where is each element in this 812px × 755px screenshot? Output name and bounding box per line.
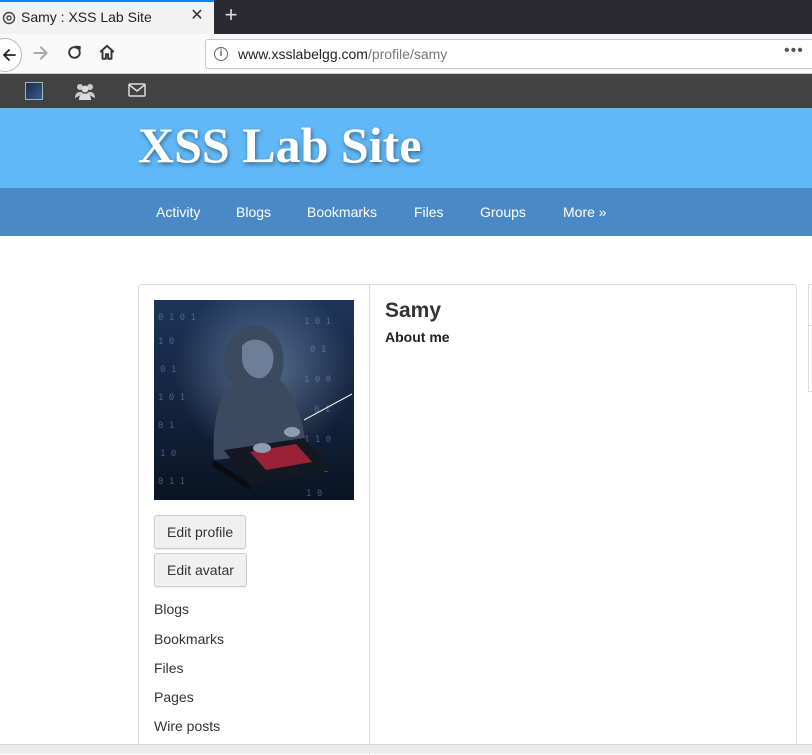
profile-layout: 0 1 0 1 1 0 0 1 1 0 1 0 1 1 0 0 1 1 1 0 … bbox=[138, 284, 797, 755]
menu-item-more[interactable]: More » bbox=[563, 204, 607, 220]
about-me-label: About me bbox=[385, 329, 450, 345]
home-icon[interactable] bbox=[98, 43, 116, 61]
friends-icon[interactable] bbox=[74, 82, 96, 100]
owner-link-pages[interactable]: Pages bbox=[154, 689, 194, 705]
site-title[interactable]: XSS Lab Site bbox=[138, 116, 421, 174]
profile-owner-block: 0 1 0 1 1 0 0 1 1 0 1 0 1 1 0 0 1 1 1 0 … bbox=[139, 285, 370, 755]
new-tab-button[interactable]: + bbox=[221, 4, 241, 26]
site-topbar bbox=[0, 74, 812, 108]
hacker-avatar-image: 0 1 0 1 1 0 0 1 1 0 1 0 1 1 0 0 1 1 1 0 … bbox=[154, 300, 354, 500]
arrow-left-icon bbox=[3, 49, 16, 61]
menu-item-blogs[interactable]: Blogs bbox=[236, 204, 271, 220]
menu-item-bookmarks[interactable]: Bookmarks bbox=[307, 204, 377, 220]
horizontal-scrollbar[interactable] bbox=[0, 744, 812, 754]
browser-tab-title: Samy : XSS Lab Site bbox=[21, 9, 152, 25]
url-path: /profile/samy bbox=[367, 46, 448, 62]
edit-avatar-button[interactable]: Edit avatar bbox=[154, 553, 247, 587]
settings-gear-icon bbox=[2, 11, 16, 25]
menu-item-files[interactable]: Files bbox=[414, 204, 444, 220]
reload-icon[interactable] bbox=[66, 44, 83, 61]
owner-link-blogs[interactable]: Blogs bbox=[154, 601, 189, 617]
browser-tab-strip: Samy : XSS Lab Site ✕ + bbox=[0, 0, 812, 34]
owner-link-files[interactable]: Files bbox=[154, 660, 184, 676]
sidebar-widget-edge bbox=[808, 284, 812, 392]
url-bar[interactable]: i www.xsslabelgg.com/profile/samy ••• bbox=[205, 39, 812, 69]
site-menu: Activity Blogs Bookmarks Files Groups Mo… bbox=[0, 188, 812, 236]
browser-tab-active[interactable]: Samy : XSS Lab Site ✕ bbox=[0, 0, 214, 34]
info-icon[interactable]: i bbox=[214, 47, 228, 61]
menu-item-activity[interactable]: Activity bbox=[156, 204, 200, 220]
profile-details: Samy About me bbox=[385, 299, 450, 345]
edit-profile-button[interactable]: Edit profile bbox=[154, 515, 247, 549]
tab-close-icon[interactable]: ✕ bbox=[189, 8, 205, 24]
profile-name: Samy bbox=[385, 299, 442, 322]
site-header: XSS Lab Site bbox=[0, 108, 812, 188]
envelope-icon[interactable] bbox=[128, 83, 146, 97]
back-button[interactable] bbox=[0, 38, 22, 72]
forward-arrow-icon[interactable] bbox=[32, 44, 50, 62]
url-text[interactable]: www.xsslabelgg.com/profile/samy bbox=[238, 46, 447, 62]
menu-item-groups[interactable]: Groups bbox=[480, 204, 526, 220]
user-avatar-thumbnail[interactable] bbox=[25, 82, 43, 100]
url-domain: www.xsslabelgg.com bbox=[238, 46, 368, 62]
owner-link-wire-posts[interactable]: Wire posts bbox=[154, 718, 220, 734]
page-actions-menu-icon[interactable]: ••• bbox=[784, 42, 804, 60]
browser-nav-bar: i www.xsslabelgg.com/profile/samy ••• bbox=[0, 34, 812, 74]
profile-avatar[interactable]: 0 1 0 1 1 0 0 1 1 0 1 0 1 1 0 0 1 1 1 0 … bbox=[154, 300, 354, 500]
owner-link-bookmarks[interactable]: Bookmarks bbox=[154, 631, 224, 647]
